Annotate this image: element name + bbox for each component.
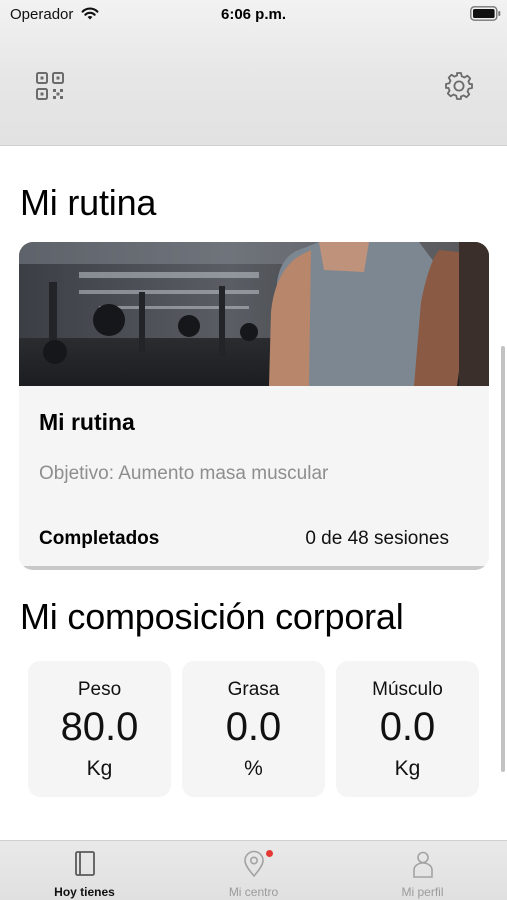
settings-button[interactable] <box>443 70 475 102</box>
metric-label: Músculo <box>372 679 443 700</box>
gym-photo <box>19 242 489 386</box>
metric-value: 0.0 <box>225 705 282 749</box>
tab-mi-centro[interactable]: Mi centro <box>169 841 338 900</box>
location-pin-icon <box>244 850 264 878</box>
notebook-icon <box>75 851 95 876</box>
metric-card-muscle[interactable]: Músculo 0.0 Kg <box>336 661 479 797</box>
completed-label: Completados <box>39 528 160 549</box>
tab-bar: Hoy tienes Mi centro Mi perfil <box>0 840 507 900</box>
battery-icon <box>470 6 501 21</box>
routine-section-title: Mi rutina <box>20 182 157 223</box>
routine-goal: Objetivo: Aumento masa muscular <box>39 463 329 484</box>
composition-section-title: Mi composición corporal <box>20 596 404 637</box>
notification-badge <box>266 850 273 857</box>
metric-card-weight[interactable]: Peso 80.0 Kg <box>28 661 171 797</box>
qr-code-button[interactable] <box>34 70 66 102</box>
metric-label: Grasa <box>227 679 280 700</box>
scrollbar[interactable] <box>501 346 505 772</box>
metric-value: 80.0 <box>60 705 139 749</box>
metric-value: 0.0 <box>379 705 436 749</box>
top-header: Operador 6:06 p.m. <box>0 0 507 146</box>
tab-hoy-tienes[interactable]: Hoy tienes <box>0 841 169 900</box>
clock: 6:06 p.m. <box>220 6 287 23</box>
card-divider <box>19 566 489 570</box>
metric-unit: % <box>244 757 263 780</box>
metric-card-fat[interactable]: Grasa 0.0 % <box>182 661 325 797</box>
metric-unit: Kg <box>394 757 421 780</box>
tab-label: Mi perfil <box>401 885 444 899</box>
status-bar: Operador 6:06 p.m. <box>0 0 507 28</box>
tab-label: Mi centro <box>228 885 279 899</box>
completed-value: 0 de 48 sesiones <box>305 528 449 549</box>
metric-unit: Kg <box>86 757 113 780</box>
tab-mi-perfil[interactable]: Mi perfil <box>338 841 507 900</box>
routine-card-title: Mi rutina <box>39 409 135 435</box>
person-icon <box>413 851 433 878</box>
metric-label: Peso <box>77 679 122 700</box>
tab-label: Hoy tienes <box>54 885 115 899</box>
qr-code-icon <box>36 72 64 100</box>
gear-icon <box>445 72 473 100</box>
routine-card[interactable]: Mi rutina Objetivo: Aumento masa muscula… <box>19 242 489 570</box>
